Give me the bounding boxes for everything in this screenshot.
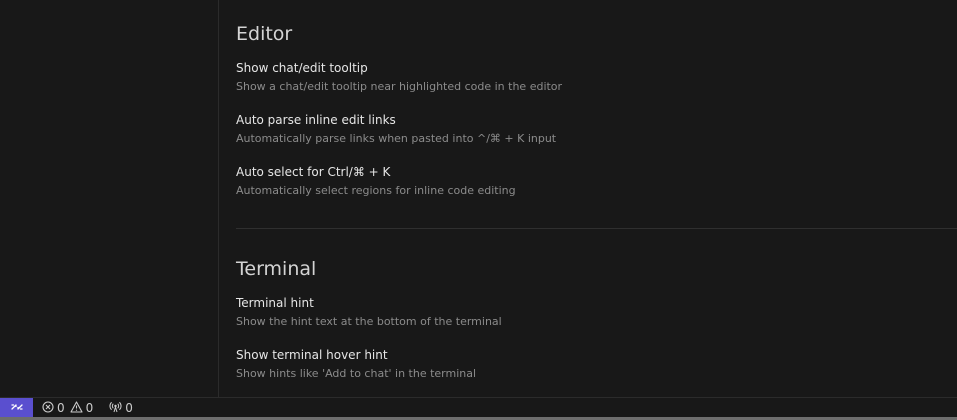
ports-count: 0 — [125, 401, 133, 415]
settings-window: Editor Show chat/edit tooltip Show a cha… — [0, 0, 957, 420]
remote-icon — [10, 400, 24, 417]
status-bar: 0 0 0 — [0, 397, 957, 418]
setting-show-terminal-hover-hint[interactable]: Show terminal hover hint Show hints like… — [236, 348, 936, 381]
setting-description: Show hints like 'Add to chat' in the ter… — [236, 367, 477, 380]
warning-count: 0 — [85, 401, 94, 415]
error-icon — [42, 400, 54, 416]
setting-show-chat-edit-tooltip[interactable]: Show chat/edit tooltip Show a chat/edit … — [236, 61, 936, 94]
error-count: 0 — [57, 401, 65, 415]
setting-auto-select-ctrl-k[interactable]: Auto select for Ctrl/⌘ + K Automatically… — [236, 165, 936, 198]
remote-button[interactable] — [0, 398, 33, 418]
ports-indicator[interactable]: 0 — [109, 401, 135, 416]
broadcast-icon — [109, 401, 122, 416]
setting-label: Terminal hint — [236, 296, 314, 310]
setting-label: Auto parse inline edit links — [236, 113, 396, 127]
settings-sidebar — [0, 0, 219, 397]
problems-indicator[interactable]: 0 0 — [42, 400, 95, 416]
setting-description: Automatically parse links when pasted in… — [236, 132, 557, 145]
section-title-terminal: Terminal — [236, 258, 317, 280]
setting-terminal-hint[interactable]: Terminal hint Show the hint text at the … — [236, 296, 936, 329]
setting-label: Show terminal hover hint — [236, 348, 388, 362]
setting-description: Automatically select regions for inline … — [236, 184, 516, 197]
setting-auto-parse-inline-edit-links[interactable]: Auto parse inline edit links Automatical… — [236, 113, 936, 146]
setting-label: Auto select for Ctrl/⌘ + K — [236, 165, 391, 179]
setting-label: Show chat/edit tooltip — [236, 61, 368, 75]
settings-content: Editor Show chat/edit tooltip Show a cha… — [219, 0, 957, 397]
section-divider — [236, 228, 957, 229]
setting-description: Show a chat/edit tooltip near highlighte… — [236, 80, 563, 93]
warning-icon — [70, 400, 83, 416]
setting-description: Show the hint text at the bottom of the … — [236, 315, 502, 328]
section-title-editor: Editor — [236, 23, 293, 45]
